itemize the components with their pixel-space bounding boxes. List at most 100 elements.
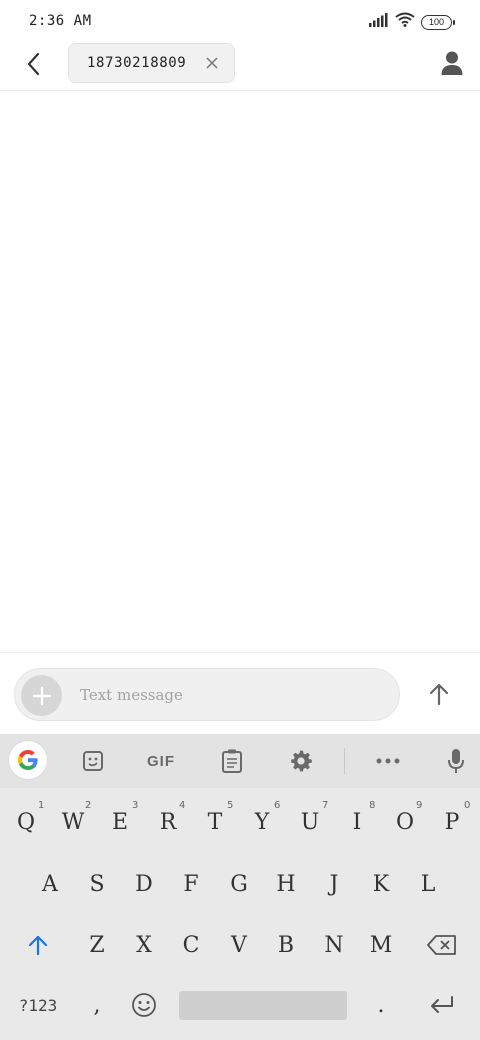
key-label: N <box>324 932 344 958</box>
signal-icon <box>369 12 389 32</box>
battery-level: 100 <box>428 17 445 27</box>
key-label: V <box>231 932 247 958</box>
key-label: W <box>61 809 85 835</box>
key-z[interactable]: Z <box>76 917 118 973</box>
backspace-key[interactable] <box>416 917 468 973</box>
key-label: F <box>183 871 199 897</box>
google-icon <box>18 750 38 770</box>
key-d[interactable]: D <box>123 856 165 912</box>
status-bar: 2:36 AM 100 <box>0 0 480 42</box>
key-hint: 9 <box>416 800 423 811</box>
key-label: . <box>377 992 385 1018</box>
key-h[interactable]: H <box>265 856 307 912</box>
key-label: B <box>277 932 295 958</box>
key-hint: 6 <box>274 800 281 811</box>
conversation-header: 18730218809 <box>0 42 480 91</box>
key-label: C <box>182 932 200 958</box>
gif-label: GIF <box>147 752 175 770</box>
key-label: Y <box>254 809 270 835</box>
send-up-arrow-icon <box>429 683 449 706</box>
key-label: S <box>89 871 105 897</box>
period-key[interactable]: . <box>360 977 402 1033</box>
keyboard-toolbar: GIF <box>0 734 480 788</box>
key-label: R <box>159 809 177 835</box>
clipboard-button[interactable] <box>219 743 245 779</box>
key-hint: 3 <box>132 800 139 811</box>
enter-icon <box>431 996 453 1013</box>
toolbar-divider <box>344 748 345 774</box>
message-input[interactable] <box>80 678 380 712</box>
key-hint: 0 <box>464 800 471 811</box>
key-label: L <box>420 871 436 897</box>
gear-icon <box>291 750 312 772</box>
space-key[interactable] <box>179 991 347 1020</box>
key-label: Z <box>89 932 105 958</box>
key-hint: 5 <box>227 800 234 811</box>
key-label: J <box>329 871 339 897</box>
key-label: ?123 <box>18 995 58 1015</box>
sticker-button[interactable] <box>79 743 107 779</box>
key-f[interactable]: F <box>170 856 212 912</box>
attach-button[interactable] <box>21 675 62 716</box>
comma-key[interactable]: , <box>76 977 118 1033</box>
plus-icon <box>32 686 51 705</box>
compose-bar <box>0 652 480 734</box>
key-label: U <box>300 809 320 835</box>
key-n[interactable]: N <box>313 917 355 973</box>
status-icons: 100 <box>369 12 455 32</box>
shift-icon <box>28 935 48 956</box>
key-a[interactable]: A <box>29 856 71 912</box>
emoji-key[interactable] <box>123 977 165 1033</box>
enter-key[interactable] <box>414 977 470 1033</box>
remove-recipient-button[interactable] <box>204 55 220 71</box>
message-thread[interactable] <box>0 92 480 652</box>
gif-button[interactable]: GIF <box>140 743 182 779</box>
key-label: O <box>395 809 415 835</box>
key-label: X <box>136 932 152 958</box>
more-icon <box>376 758 400 764</box>
key-hint: 8 <box>369 800 376 811</box>
symbols-key[interactable]: ?123 <box>8 977 68 1033</box>
close-icon <box>206 57 218 69</box>
keyboard: G I F Q 1 W 2 E 3 R 4 T 5 Y 6 U 7 I 8 O 9 … <box>0 734 480 1040</box>
key-label: M <box>369 932 393 958</box>
key-l[interactable]: L <box>407 856 449 912</box>
key-j[interactable]: J <box>313 856 355 912</box>
key-s[interactable]: S <box>76 856 118 912</box>
more-button[interactable] <box>374 743 402 779</box>
emoji-icon <box>132 993 156 1017</box>
mic-icon <box>448 749 464 773</box>
key-label: T <box>207 809 223 835</box>
key-v[interactable]: V <box>218 917 260 973</box>
wifi-icon <box>395 12 415 32</box>
key-label: K <box>372 871 390 897</box>
voice-input-button[interactable] <box>444 743 468 779</box>
key-x[interactable]: X <box>123 917 165 973</box>
backspace-icon <box>427 935 456 955</box>
compose-field-container <box>14 668 400 721</box>
key-g[interactable]: G <box>218 856 260 912</box>
key-m[interactable]: M <box>360 917 402 973</box>
key-label: I <box>352 809 362 835</box>
back-arrow-icon <box>27 52 40 76</box>
contact-button[interactable] <box>438 49 466 77</box>
clipboard-icon <box>222 749 242 773</box>
key-b[interactable]: B <box>265 917 307 973</box>
key-k[interactable]: K <box>360 856 402 912</box>
key-label: G <box>230 871 248 897</box>
send-button[interactable] <box>422 677 456 711</box>
battery-icon: 100 <box>421 14 455 30</box>
key-label: Q <box>16 809 36 835</box>
recipient-chip[interactable]: 18730218809 <box>68 43 235 83</box>
google-button[interactable] <box>9 741 47 779</box>
recipient-number: 18730218809 <box>87 55 187 71</box>
back-button[interactable] <box>18 48 50 80</box>
key-c[interactable]: C <box>170 917 212 973</box>
key-hint: 2 <box>85 800 92 811</box>
settings-button[interactable] <box>288 743 314 779</box>
status-time: 2:36 AM <box>29 13 92 29</box>
key-label: H <box>276 871 296 897</box>
shift-key[interactable] <box>10 917 66 973</box>
key-label: D <box>135 871 153 897</box>
contact-person-icon <box>441 51 463 75</box>
